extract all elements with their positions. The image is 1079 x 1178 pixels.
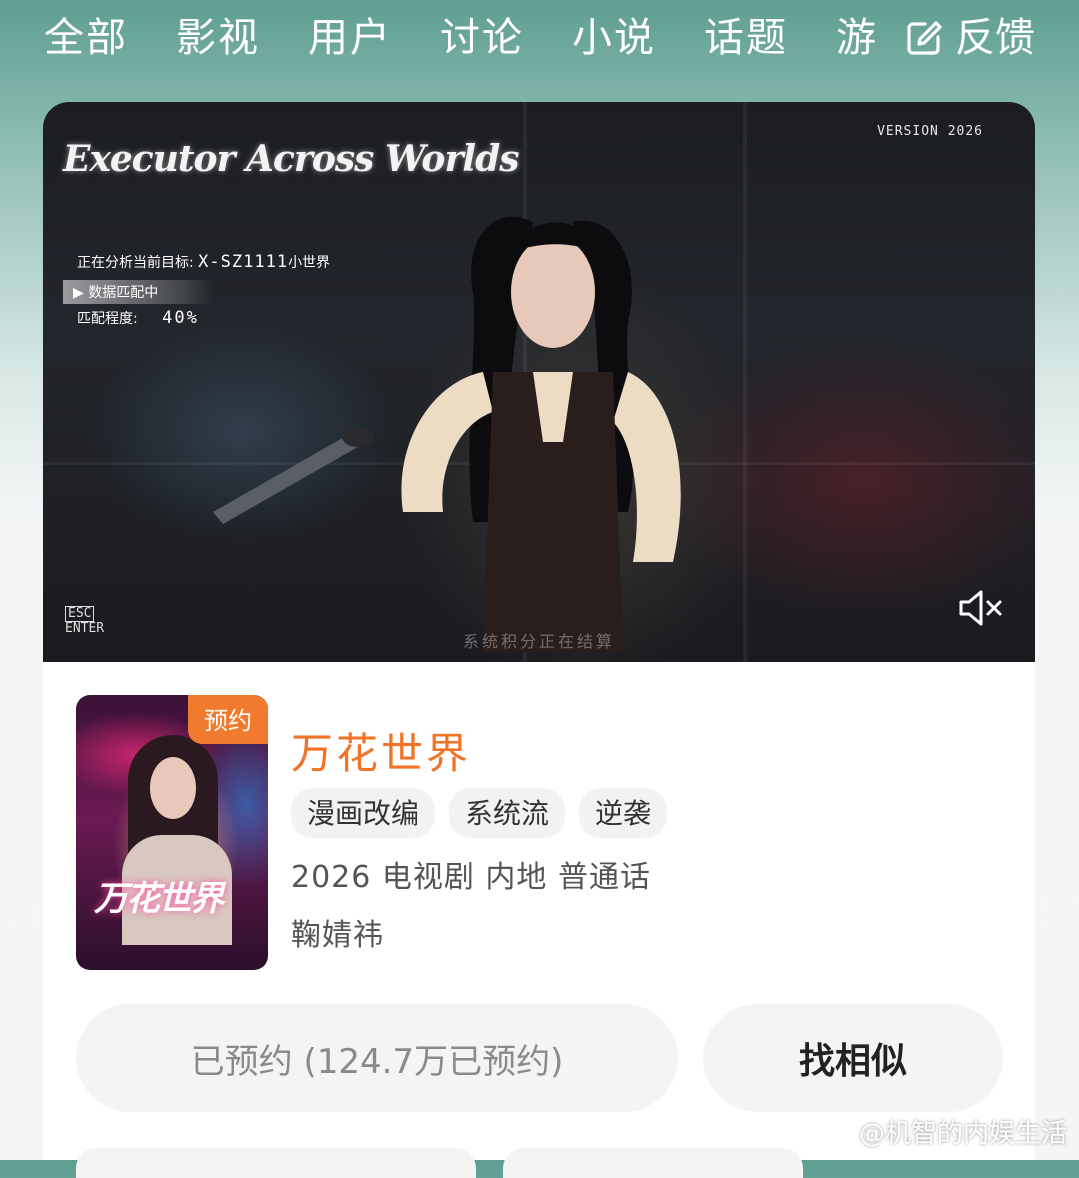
poster-title: 万花世界 [94,879,224,919]
genre-tag[interactable]: 系统流 [449,788,566,838]
weibo-watermark: @机智的内娱生活 [819,1113,1067,1150]
genre-tag[interactable]: 逆袭 [579,788,668,838]
tab-users[interactable]: 用户 [308,14,392,62]
hud-match-label: 匹配程度: [77,311,138,327]
show-poster[interactable]: 万花世界 预约 [76,695,268,970]
find-similar-button[interactable]: 找相似 [703,1004,1003,1112]
tab-film-tv[interactable]: 影视 [176,14,260,62]
show-cast[interactable]: 鞠婧祎 [291,910,384,954]
tab-topics[interactable]: 话题 [704,14,788,62]
reserved-button[interactable]: 已预约 (124.7万已预约) [76,1004,678,1112]
hud-target-suffix: 小世界 [288,255,331,271]
video-subtitle: 系统积分正在结算 [462,632,615,651]
hud-match-line: 匹配程度: 40% [77,308,199,328]
hud-matching: 数据匹配中 [88,285,159,301]
show-card: 万花世界 预约 万花世界 漫画改编 系统流 逆袭 2026 电视剧 内地 普通话… [43,662,1035,1178]
category-tabs: 全部 影视 用户 讨论 小说 话题 游 反馈 [0,0,1079,80]
watermark-text: @机智的内娱生活 [858,1119,1067,1149]
show-logo: Executor Across Worlds [63,138,520,180]
video-banner[interactable]: Executor Across Worlds VERSION 2026 正在分析… [43,102,1035,662]
next-row-placeholder [76,1148,476,1178]
version-label: VERSION 2026 [877,124,983,139]
hud-matching-line: ▶ 数据匹配中 [63,280,213,304]
mute-button[interactable] [957,588,1005,632]
next-row-placeholder [503,1148,803,1178]
genre-tags: 漫画改编 系统流 逆袭 [291,788,668,838]
speaker-muted-icon [959,590,1002,626]
feedback-label: 反馈 [955,15,1035,61]
hud-target: X-SZ1111 [198,252,289,272]
tab-games[interactable]: 游 [836,14,878,62]
tab-discussion[interactable]: 讨论 [440,14,524,62]
play-triangle-icon: ▶ [73,285,84,301]
show-meta: 2026 电视剧 内地 普通话 [291,860,651,895]
tab-novels[interactable]: 小说 [572,14,656,62]
esc-label: ESC [65,606,95,622]
tab-all[interactable]: 全部 [44,14,128,62]
hud-match-value: 40% [162,308,199,328]
hud-target-line: 正在分析当前目标: X-SZ1111小世界 [77,252,330,272]
show-title[interactable]: 万花世界 [291,720,471,781]
weibo-icon [819,1120,852,1145]
feedback-button[interactable]: 反馈 [905,14,1035,62]
hud-analyzing-label: 正在分析当前目标: [77,255,194,271]
genre-tag[interactable]: 漫画改编 [291,788,436,838]
edit-icon [907,21,942,55]
reservation-badge: 预约 [188,695,268,744]
